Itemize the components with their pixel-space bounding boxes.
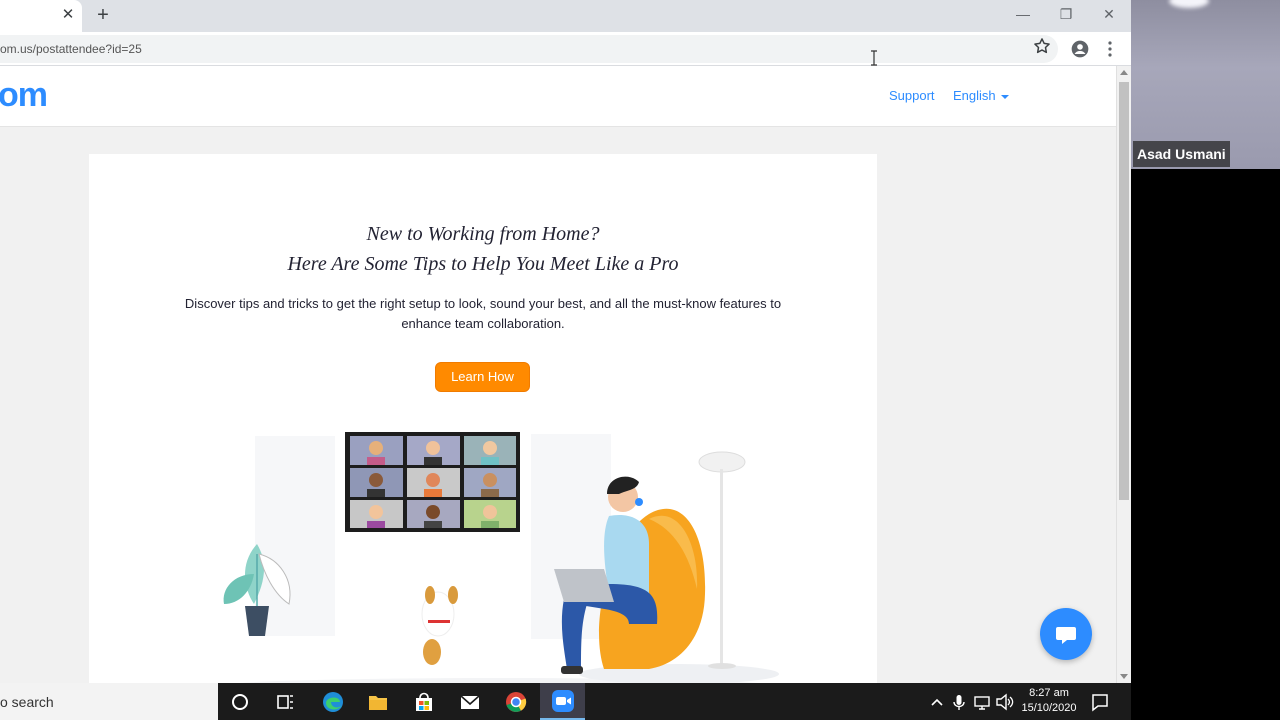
work-from-home-illustration — [223, 432, 779, 683]
clock-date: 15/10/2020 — [1021, 702, 1077, 714]
scrollbar-thumb[interactable] — [1119, 82, 1129, 500]
task-view-icon[interactable] — [269, 686, 301, 718]
promo-card: New to Working from Home? Here Are Some … — [89, 154, 877, 683]
site-header: om Support English — [0, 66, 1116, 127]
action-center-icon[interactable] — [1084, 686, 1116, 718]
store-icon[interactable] — [408, 686, 440, 718]
video-grid — [350, 436, 516, 528]
account-icon[interactable] — [1070, 39, 1090, 59]
video-feed — [1169, 0, 1209, 8]
active-tab[interactable]: ✕ — [0, 0, 82, 32]
promo-heading-line2: Here Are Some Tips to Help You Meet Like… — [287, 253, 679, 275]
mail-icon[interactable] — [454, 686, 486, 718]
file-explorer-icon[interactable] — [362, 686, 394, 718]
participant-video-tile: Asad Usmani — [1131, 0, 1280, 169]
language-label: English — [953, 88, 996, 103]
language-dropdown[interactable]: English — [953, 88, 1009, 103]
chrome-icon[interactable] — [500, 686, 532, 718]
page-scrollbar[interactable] — [1116, 66, 1131, 683]
volume-icon[interactable] — [988, 686, 1020, 718]
page-viewport: om Support English New to Working from H… — [0, 66, 1116, 683]
restore-icon[interactable]: ❐ — [1052, 4, 1080, 24]
chat-bubble-icon — [1056, 627, 1076, 644]
tab-close-icon[interactable]: ✕ — [60, 7, 76, 23]
video-panel-background — [1131, 169, 1280, 683]
caret-down-icon — [1000, 94, 1009, 99]
zoom-logo[interactable]: om — [0, 76, 48, 115]
taskbar-search-box[interactable]: o search — [0, 683, 218, 720]
support-link[interactable]: Support — [889, 88, 935, 103]
address-bar[interactable]: om.us/postattendee?id=25 — [0, 35, 1058, 63]
taskbar-search-text: o search — [0, 694, 54, 710]
dog-icon — [421, 586, 458, 665]
clock-time: 8:27 am — [1029, 687, 1069, 699]
promo-description-line2: enhance team collaboration. — [401, 316, 565, 331]
windows-taskbar: o search 8:27 am 15/10/2020 — [0, 683, 1131, 720]
chat-button[interactable] — [1040, 608, 1092, 660]
cortana-icon[interactable] — [224, 686, 256, 718]
edge-icon[interactable] — [317, 686, 349, 718]
browser-toolbar: om.us/postattendee?id=25 — [0, 32, 1131, 66]
close-window-icon[interactable]: ✕ — [1095, 4, 1123, 24]
bookmark-star-icon[interactable] — [1032, 36, 1052, 56]
tab-strip: ✕ + — ❐ ✕ — [0, 0, 1131, 32]
system-clock[interactable]: 8:27 am 15/10/2020 — [1018, 686, 1080, 716]
zoom-taskbar-button[interactable] — [540, 683, 585, 720]
minimize-icon[interactable]: — — [1009, 4, 1037, 24]
taskbar-right-background — [1131, 683, 1280, 720]
browser-menu-icon[interactable] — [1102, 39, 1118, 59]
promo-description-line1: Discover tips and tricks to get the righ… — [184, 296, 782, 311]
floor-lamp-icon — [698, 451, 746, 669]
screen: ✕ + — ❐ ✕ om.us/postattendee?id=25 om Su… — [0, 0, 1280, 720]
new-tab-icon[interactable]: + — [94, 5, 112, 25]
scroll-up-icon[interactable] — [1120, 70, 1128, 75]
scroll-down-icon[interactable] — [1120, 674, 1128, 679]
url-text: om.us/postattendee?id=25 — [0, 42, 142, 56]
promo-heading-line1: New to Working from Home? — [366, 223, 600, 245]
learn-how-button[interactable]: Learn How — [435, 362, 530, 392]
browser-window: ✕ + — ❐ ✕ om.us/postattendee?id=25 om Su… — [0, 0, 1131, 683]
zoom-icon — [552, 690, 574, 712]
text-cursor-icon — [871, 50, 877, 66]
participant-name-label: Asad Usmani — [1133, 141, 1230, 167]
